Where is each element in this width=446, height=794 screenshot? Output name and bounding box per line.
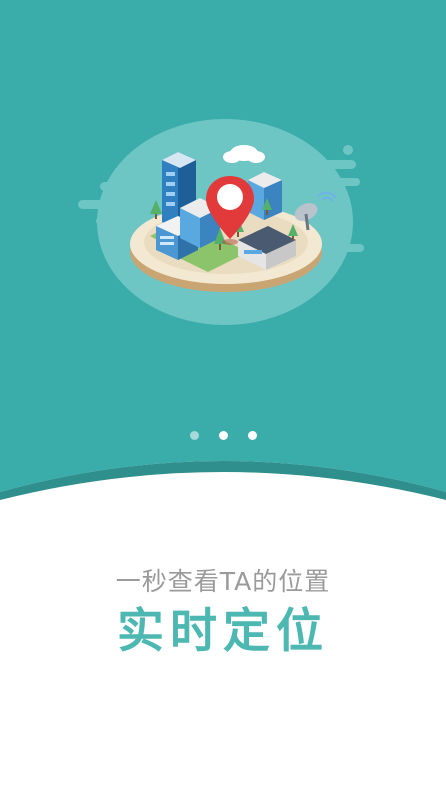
streak-right-3 <box>330 244 364 252</box>
page-dot-2[interactable] <box>218 430 228 440</box>
streak-left-1 <box>78 200 138 209</box>
hero-banner <box>0 0 446 500</box>
streak-right-2 <box>318 178 360 186</box>
onboarding-title: 实时定位 <box>117 604 329 659</box>
page-dot-3[interactable] <box>247 430 257 440</box>
bubble <box>343 145 353 155</box>
page-dot-1[interactable] <box>189 430 199 440</box>
page-indicator[interactable] <box>0 428 446 442</box>
city-map-illustration <box>78 119 364 325</box>
streak-left-3 <box>100 182 146 191</box>
onboarding-screen: 一秒查看TA的位置 实时定位 <box>0 0 446 794</box>
streak-right-1 <box>300 160 356 169</box>
streak-left-2 <box>96 217 136 225</box>
